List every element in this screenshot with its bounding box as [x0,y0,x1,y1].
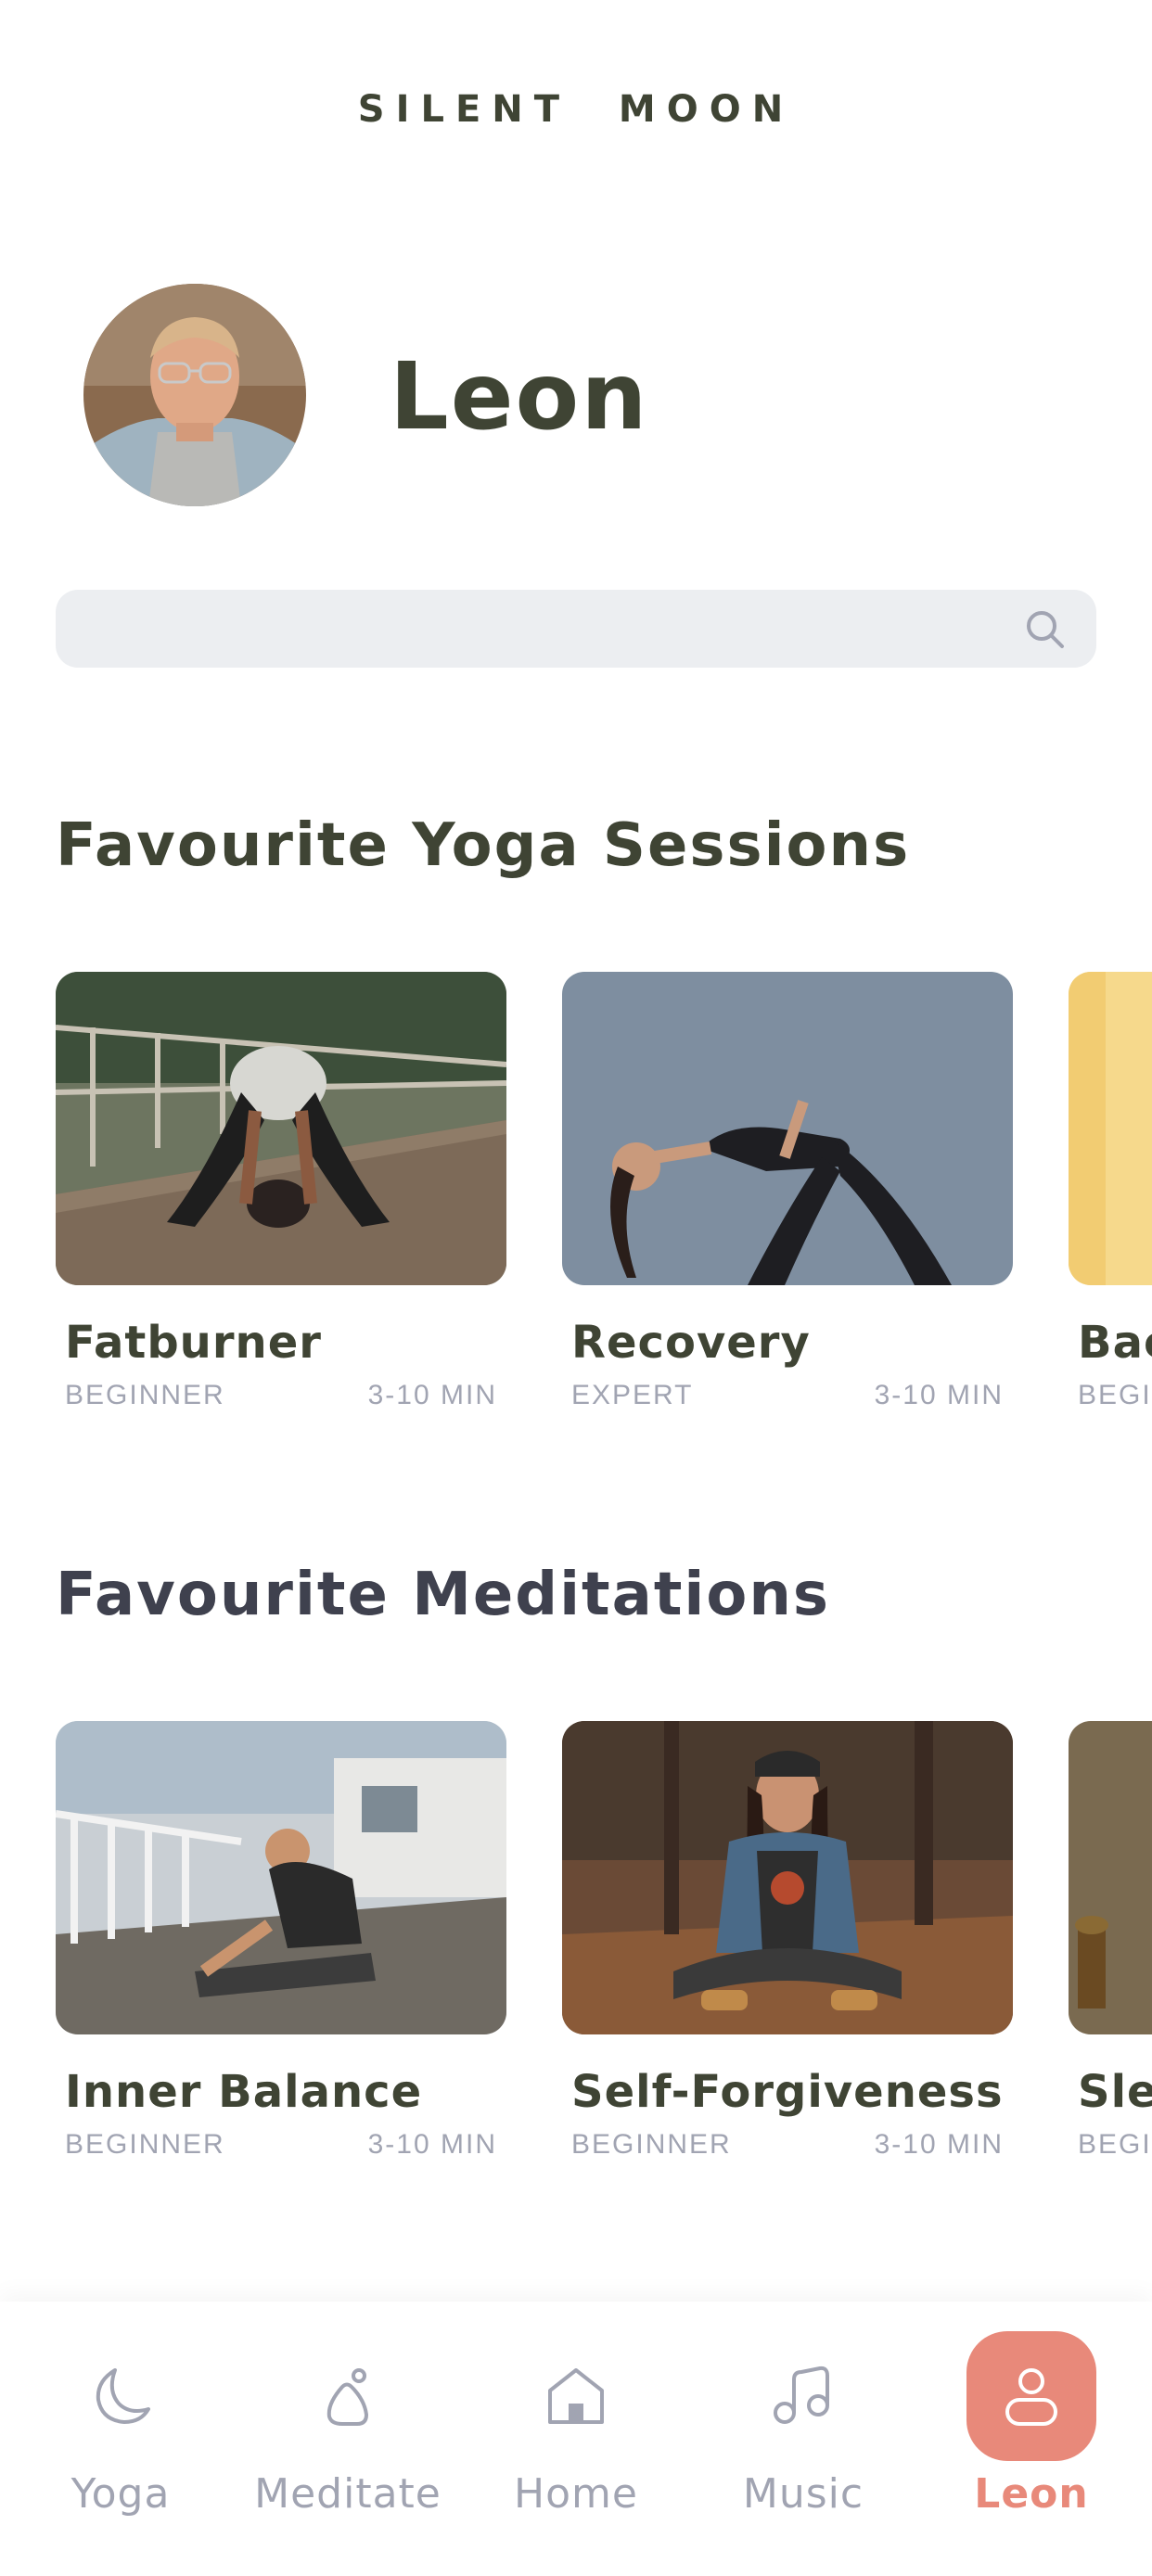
meditation-card-self-forgiveness[interactable]: Self-Forgiveness BEGINNER 3-10 MIN [562,1721,1013,2160]
card-duration: 3-10 MIN [874,1380,1004,1410]
card-duration: 3-10 MIN [367,1380,497,1410]
card-level: BEGI [1078,1380,1152,1410]
user-icon [1005,2368,1057,2426]
meditate-icon [326,2368,368,2426]
yoga-sessions-row[interactable]: Fatburner BEGINNER 3-10 MIN Recovery EXP… [56,972,1152,1454]
card-title: Bac [1078,1317,1152,1369]
bottom-nav: Yoga Meditate Home Music Leon [0,2302,1152,2576]
yoga-card-image [56,972,506,1285]
card-duration: 3-10 MIN [874,2129,1004,2160]
meditation-card-partial[interactable]: Sle BEGI [1069,1721,1152,2160]
section-title-yoga: Favourite Yoga Sessions [56,811,911,880]
nav-label: Music [742,2470,864,2518]
nav-icon-box [283,2331,413,2461]
app-brand: SILENT MOON [357,88,795,131]
card-level: EXPERT [571,1380,694,1410]
nav-item-profile[interactable]: Leon [916,2302,1146,2576]
section-title-meditations: Favourite Meditations [56,1561,830,1629]
yoga-card-fatburner[interactable]: Fatburner BEGINNER 3-10 MIN [56,972,506,1410]
meditation-card-image [1069,1721,1152,2034]
meditation-card-image [562,1721,1013,2034]
nav-item-home[interactable]: Home [461,2302,691,2576]
card-level: BEGI [1078,2129,1152,2160]
card-title: Recovery [571,1317,811,1369]
nav-item-music[interactable]: Music [688,2302,918,2576]
nav-label: Home [514,2470,638,2518]
yoga-card-image [1069,972,1152,1285]
yoga-card-image [562,972,1013,1285]
card-title: Inner Balance [65,2066,423,2118]
moon-icon [96,2368,150,2424]
nav-icon-box [56,2331,186,2461]
meditation-card-image [56,1721,506,2034]
card-level: BEGINNER [65,2129,225,2160]
profile-name: Leon [390,342,649,451]
search-input[interactable] [83,590,1011,668]
nav-label: Leon [974,2470,1089,2518]
nav-label: Meditate [254,2470,442,2518]
nav-icon-box-active [966,2331,1096,2461]
meditations-row[interactable]: Inner Balance BEGINNER 3-10 MIN Self-For… [56,1721,1152,2203]
yoga-card-recovery[interactable]: Recovery EXPERT 3-10 MIN [562,972,1013,1410]
avatar-photo [83,284,306,506]
yoga-card-partial[interactable]: Bac BEGI [1069,972,1152,1410]
card-title: Self-Forgiveness [571,2066,1004,2118]
card-level: BEGINNER [65,1380,225,1410]
meditation-card-inner-balance[interactable]: Inner Balance BEGINNER 3-10 MIN [56,1721,506,2160]
card-title: Fatburner [65,1317,322,1369]
music-icon [774,2366,829,2424]
nav-icon-box [738,2331,868,2461]
card-level: BEGINNER [571,2129,732,2160]
home-icon [548,2368,604,2424]
nav-item-yoga[interactable]: Yoga [6,2302,236,2576]
search-icon[interactable] [1022,606,1069,653]
search-bar[interactable] [56,590,1096,668]
card-duration: 3-10 MIN [367,2129,497,2160]
avatar[interactable] [83,284,306,506]
card-title: Sle [1078,2066,1152,2118]
nav-item-meditate[interactable]: Meditate [233,2302,463,2576]
nav-label: Yoga [70,2470,171,2518]
nav-icon-box [511,2331,641,2461]
